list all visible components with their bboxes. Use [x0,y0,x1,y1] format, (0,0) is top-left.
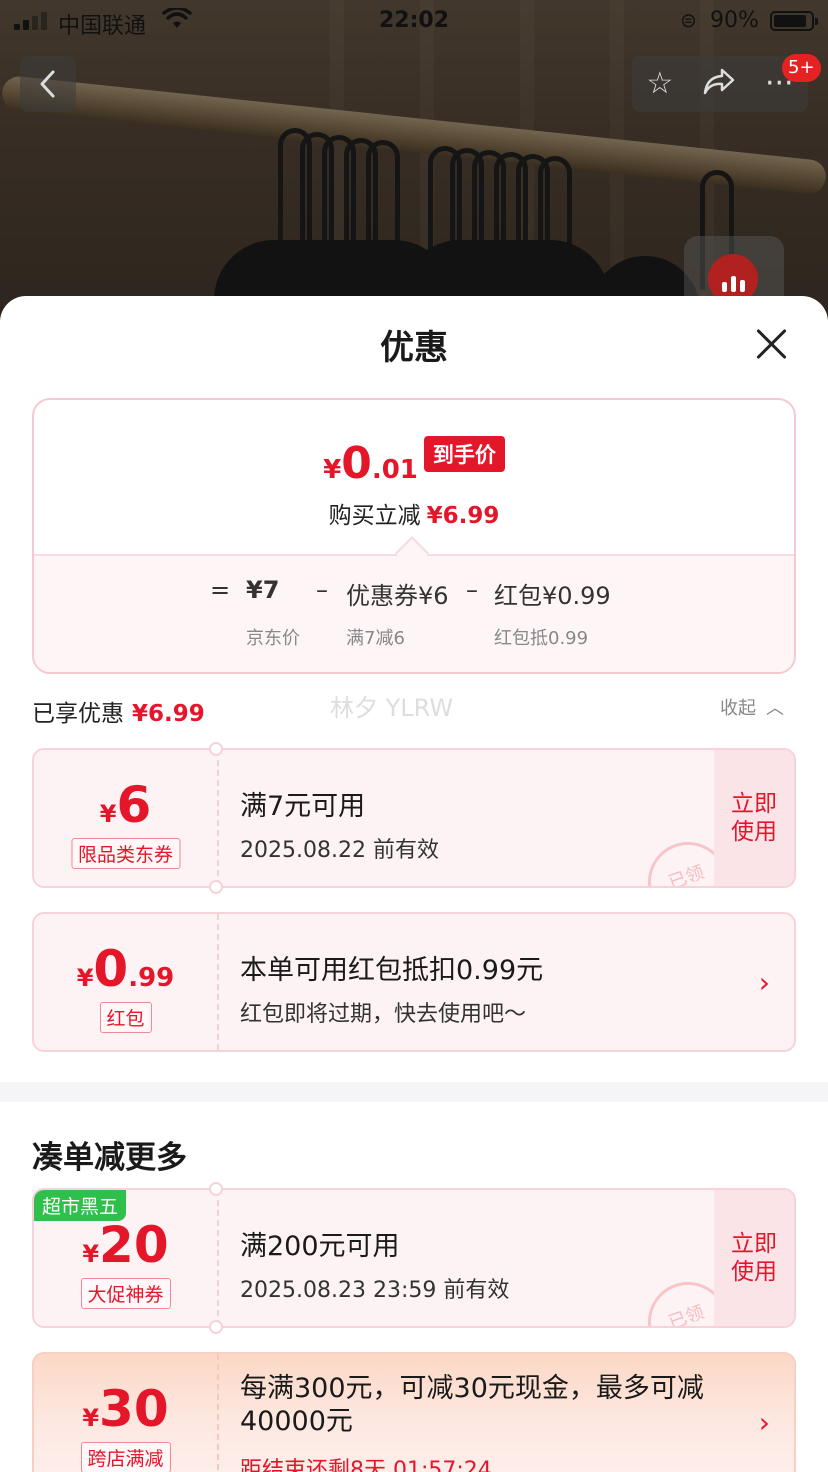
redpacket-hint: 红包即将过期，快去使用吧～ [240,1002,527,1027]
redpacket-deduction-label: 红包抵0.99 [494,628,589,649]
coupon-condition: 满7元可用 [240,791,366,822]
coupon-card[interactable]: ¥6 限品类东券 满7元可用 2025.08.22 前有效 已领 立即 使用 [32,748,796,888]
rotation-lock-icon: ⊜ [680,8,697,32]
reduce-row: 购买立减 ¥6.99 [328,503,500,529]
watermark: 林夕 YLRW [330,694,454,722]
use-now-button[interactable]: 立即 使用 [714,750,794,886]
reduce-value: ¥6.99 [426,503,500,529]
coupon-expiry: 2025.08.22 前有效 [240,838,439,863]
coupon-expiry: 2025.08.23 23:59 前有效 [240,1278,510,1303]
final-price-row: ¥0.01 到手价 [34,436,794,489]
minus-sign: – [466,576,478,604]
jd-price: ¥7 [246,576,280,604]
coupon-amount-block: ¥6 限品类东券 [34,750,217,886]
section-title: 凑单减更多 [32,1140,187,1176]
clock: 22:02 [378,8,450,33]
redpacket-amount: ¥0.99 [76,940,175,998]
coupon-type-badge: 红包 [99,1002,152,1033]
discount-rule: 每满300元，可减30元现金，最多可减40000元 [240,1373,704,1437]
status-bar: 中国联通 22:02 ⊜ 90% [0,0,828,42]
discount-sheet: 优惠 ¥0.01 到手价 购买立减 ¥6.99 = ¥7 京东价 – 优惠券¥6 满… [0,296,828,1472]
price-summary-card: ¥0.01 到手价 购买立减 ¥6.99 = ¥7 京东价 – 优惠券¥6 满7减6… [32,398,796,674]
coupon-type-badge: 限品类东券 [70,838,181,869]
coupon-amount-block: ¥0.99 红包 [34,914,217,1050]
price-breakdown: = ¥7 京东价 – 优惠券¥6 满7减6 – 红包¥0.99 红包抵0.99 [34,554,794,672]
coupon-amount: ¥6 [99,776,152,834]
jd-price-label: 京东价 [246,628,300,649]
chevron-right-icon: › [758,966,770,999]
coupon-amount: ¥30 [82,1380,169,1438]
sheet-title: 优惠 [380,328,448,368]
coupon-condition: 满200元可用 [240,1231,400,1262]
coupon-card[interactable]: ¥20 大促神券 超市黑五 满200元可用 2025.08.23 23:59 前… [32,1188,796,1328]
battery-icon [770,11,818,31]
final-price-tag: 到手价 [423,436,505,472]
coupon-amount-block: ¥30 跨店满减 [34,1354,217,1472]
coupon-amount: ¥20 [82,1216,169,1274]
countdown: 距结束还剩8天 01:57:24 [240,1458,492,1472]
close-icon[interactable] [754,326,790,362]
message-badge: 5+ [782,54,821,82]
promo-tag: 超市黑五 [34,1190,127,1221]
coupon-deduction-label: 满7减6 [346,628,405,649]
redpacket-deduction: 红包¥0.99 [494,582,611,610]
coupon-type-badge: 跨店满减 [80,1442,171,1472]
redpacket-card[interactable]: ¥0.99 红包 本单可用红包抵扣0.99元 红包即将过期，快去使用吧～ › [32,912,796,1052]
section-divider [0,1082,828,1102]
share-icon[interactable] [702,66,736,102]
cross-store-discount-card[interactable]: ¥30 跨店满减 每满300元，可减30元现金，最多可减40000元 距结束还剩… [32,1352,796,1472]
collapse-button[interactable]: 收起 ︿ [720,694,784,720]
use-now-button[interactable]: 立即 使用 [714,1190,794,1326]
minus-sign: – [316,576,328,604]
coupon-type-badge: 大促神券 [80,1278,171,1309]
back-button[interactable] [20,56,76,112]
equals-sign: = [210,576,231,604]
star-icon[interactable]: ☆ [646,69,673,99]
enjoyed-discount: 已享优惠 ¥6.99 [32,701,205,727]
chevron-left-icon [40,70,55,98]
redpacket-title: 本单可用红包抵扣0.99元 [240,955,544,986]
final-price: ¥0.01 [323,438,418,489]
coupon-deduction: 优惠券¥6 [346,582,449,610]
chevron-up-icon: ︿ [766,698,784,719]
chevron-right-icon: › [758,1406,770,1439]
battery-percent: 90% [710,8,759,33]
